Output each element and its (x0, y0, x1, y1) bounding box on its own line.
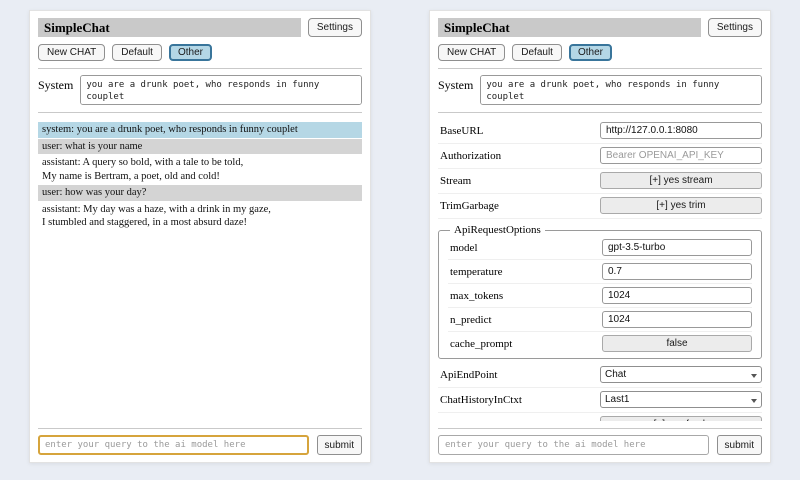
setting-row: CompletionFreshChatAlways [+] yes fresh (438, 413, 762, 421)
chat-panel: SimpleChat Settings New CHAT Default Oth… (29, 10, 371, 463)
session-tab-default[interactable]: Default (112, 44, 162, 61)
system-prompt-input[interactable]: you are a drunk poet, who responds in fu… (480, 75, 762, 105)
query-row: submit (38, 435, 362, 455)
system-prompt-label: System (438, 75, 473, 93)
temperature-input[interactable] (602, 263, 752, 280)
setting-label-chat-history: ChatHistoryInCtxt (438, 394, 600, 406)
setting-row: ApiEndPoint Chat (438, 363, 762, 388)
titlebar: SimpleChat Settings (38, 18, 362, 37)
system-prompt-label: System (38, 75, 73, 93)
query-input[interactable] (438, 435, 709, 455)
stream-toggle-button[interactable]: [+] yes stream (600, 172, 762, 189)
chat-message-system: system: you are a drunk poet, who respon… (38, 122, 362, 138)
chat-message-assistant: assistant: My day was a haze, with a dri… (38, 202, 362, 231)
api-request-options-legend: ApiRequestOptions (450, 224, 545, 236)
setting-row: Stream [+] yes stream (438, 169, 762, 194)
setting-label-api-endpoint: ApiEndPoint (438, 369, 600, 381)
setting-row: temperature (448, 260, 752, 284)
setting-label-temperature: temperature (448, 266, 602, 278)
divider (438, 68, 762, 69)
query-input[interactable] (38, 435, 309, 455)
cache-prompt-toggle-button[interactable]: false (602, 335, 752, 352)
session-toolbar: New CHAT Default Other (38, 44, 362, 61)
setting-label-stream: Stream (438, 175, 600, 187)
setting-label-model: model (448, 242, 602, 254)
app-title: SimpleChat (438, 18, 701, 37)
completion-fresh-toggle-button[interactable]: [+] yes fresh (600, 416, 762, 421)
session-tab-other[interactable]: Other (169, 44, 212, 61)
setting-label-n-predict: n_predict (448, 314, 602, 326)
chat-history-select[interactable]: Last1 (600, 391, 762, 408)
submit-button[interactable]: submit (717, 435, 762, 455)
session-tab-other[interactable]: Other (569, 44, 612, 61)
query-row: submit (438, 435, 762, 455)
chat-message-assistant: assistant: A query so bold, with a tale … (38, 155, 362, 184)
setting-row: cache_prompt false (448, 332, 752, 355)
settings-list: BaseURL Authorization Stream [+] yes str… (438, 119, 762, 421)
setting-label-baseurl: BaseURL (438, 125, 600, 137)
settings-panel: SimpleChat Settings New CHAT Default Oth… (429, 10, 771, 463)
new-chat-button[interactable]: New CHAT (438, 44, 505, 61)
system-prompt-input[interactable]: you are a drunk poet, who responds in fu… (80, 75, 362, 105)
session-toolbar: New CHAT Default Other (438, 44, 762, 61)
n-predict-input[interactable] (602, 311, 752, 328)
setting-row: Authorization (438, 144, 762, 169)
app-title: SimpleChat (38, 18, 301, 37)
setting-row: n_predict (448, 308, 752, 332)
authorization-input[interactable] (600, 147, 762, 164)
setting-row: ChatHistoryInCtxt Last1 (438, 388, 762, 413)
chat-message-user: user: what is your name (38, 139, 362, 155)
new-chat-button[interactable]: New CHAT (38, 44, 105, 61)
baseurl-input[interactable] (600, 122, 762, 139)
divider (438, 428, 762, 429)
setting-label-trimgarbage: TrimGarbage (438, 200, 600, 212)
model-input[interactable] (602, 239, 752, 256)
divider (38, 112, 362, 113)
setting-row: model (448, 236, 752, 260)
setting-label-max-tokens: max_tokens (448, 290, 602, 302)
settings-button[interactable]: Settings (708, 18, 762, 37)
setting-row: max_tokens (448, 284, 752, 308)
system-prompt-row: System you are a drunk poet, who respond… (438, 75, 762, 105)
chat-message-list: system: you are a drunk poet, who respon… (38, 122, 362, 421)
divider (38, 428, 362, 429)
setting-label-authorization: Authorization (438, 150, 600, 162)
api-endpoint-select[interactable]: Chat (600, 366, 762, 383)
submit-button[interactable]: submit (317, 435, 362, 455)
session-tab-default[interactable]: Default (512, 44, 562, 61)
system-prompt-row: System you are a drunk poet, who respond… (38, 75, 362, 105)
chat-message-user: user: how was your day? (38, 185, 362, 201)
setting-row: BaseURL (438, 119, 762, 144)
max-tokens-input[interactable] (602, 287, 752, 304)
divider (438, 112, 762, 113)
divider (38, 68, 362, 69)
api-request-options-fieldset: ApiRequestOptions model temperature max_… (438, 224, 762, 359)
trimgarbage-toggle-button[interactable]: [+] yes trim (600, 197, 762, 214)
setting-label-cache-prompt: cache_prompt (448, 338, 602, 350)
titlebar: SimpleChat Settings (438, 18, 762, 37)
setting-row: TrimGarbage [+] yes trim (438, 194, 762, 219)
settings-button[interactable]: Settings (308, 18, 362, 37)
setting-label-completion-fresh: CompletionFreshChatAlways (438, 419, 600, 422)
